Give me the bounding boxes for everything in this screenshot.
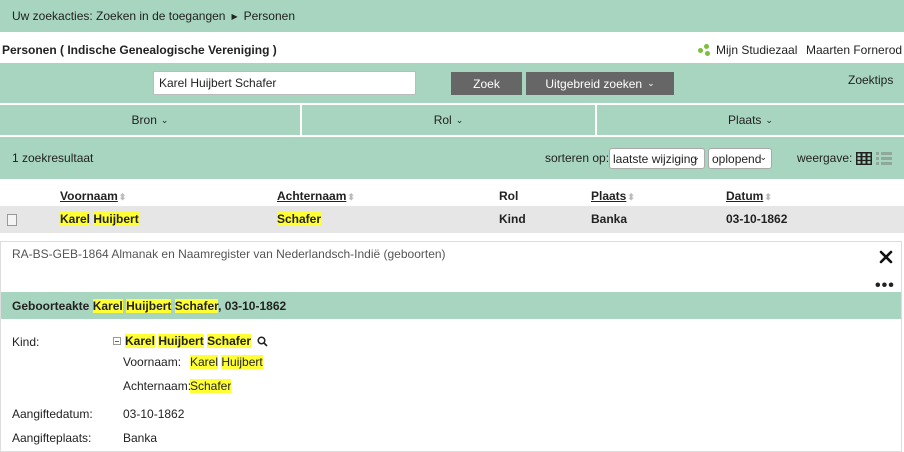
breadcrumb-current[interactable]: Personen	[244, 9, 295, 23]
green-dots-icon	[698, 44, 712, 56]
order-select[interactable]: oplopend ⌄	[708, 148, 772, 169]
sort-arrows-icon: ⬍	[764, 192, 772, 202]
name-part: Schafer	[190, 379, 232, 393]
search-button-label: Zoek	[473, 76, 500, 91]
close-icon[interactable]	[879, 250, 893, 264]
advanced-search-button[interactable]: Uitgebreid zoeken ⌄	[526, 72, 674, 95]
facet-bron-label: Bron	[131, 113, 157, 127]
name-part: Huijbert	[221, 355, 263, 369]
achternaam-label: Achternaam:	[123, 379, 192, 393]
kind-name: Karel Huijbert Schafer	[113, 334, 268, 348]
results-bar: 1 zoekresultaat sorteren op: laatste wij…	[0, 137, 904, 179]
facet-bar: Bron ⌄ Rol ⌄ Plaats ⌄	[0, 105, 904, 135]
breadcrumb: Uw zoekacties: Zoeken in de toegangen ▶ …	[0, 0, 904, 32]
sort-select[interactable]: laatste wijziging ⌄	[609, 148, 705, 169]
column-datum[interactable]: Datum⬍	[726, 189, 772, 203]
source-line: RA-BS-GEB-1864 Almanak en Naamregister v…	[12, 247, 446, 261]
name-part: Karel	[125, 334, 156, 348]
search-bar: Zoek Uitgebreid zoeken ⌄ Zoektips	[0, 63, 904, 103]
facet-bron[interactable]: Bron ⌄	[0, 105, 300, 135]
voornaam-value: Karel Huijbert	[190, 355, 263, 369]
user-name[interactable]: Maarten Fornerod	[806, 43, 902, 57]
aangifteplaats-value: Banka	[123, 431, 158, 445]
detail-panel: RA-BS-GEB-1864 Almanak en Naamregister v…	[0, 241, 902, 452]
search-button[interactable]: Zoek	[451, 72, 522, 95]
cell-voornaam: Karel Huijbert	[60, 212, 139, 226]
search-input[interactable]	[153, 71, 416, 95]
kind-label: Kind:	[12, 335, 40, 349]
name-part: Karel	[92, 299, 123, 313]
cell-achternaam: Schafer	[277, 212, 322, 226]
breadcrumb-search-actions[interactable]: Uw zoekacties: Zoeken in de toegangen	[12, 9, 225, 23]
chevron-down-icon: ⌄	[759, 152, 767, 162]
order-select-value: oplopend	[712, 151, 762, 166]
voornaam-label: Voornaam:	[123, 355, 182, 369]
achternaam-value: Schafer	[190, 379, 232, 393]
aangifteplaats-label: Aangifteplaats:	[12, 431, 92, 445]
more-icon[interactable]: •••	[875, 278, 895, 294]
column-datum-label: Datum	[726, 189, 764, 203]
cell-datum: 03-10-1862	[726, 212, 788, 226]
sort-label: sorteren op:	[545, 151, 610, 165]
search-tips-link[interactable]: Zoektips	[848, 73, 893, 87]
column-achternaam[interactable]: Achternaam⬍	[277, 189, 355, 203]
cell-rol: Kind	[499, 212, 526, 226]
column-achternaam-label: Achternaam	[277, 189, 347, 203]
table-row[interactable]: Karel Huijbert Schafer Kind Banka 03-10-…	[0, 206, 904, 233]
collapse-icon[interactable]	[113, 337, 121, 345]
view-label: weergave:	[797, 151, 853, 165]
aangiftedatum-label: Aangiftedatum:	[12, 407, 93, 421]
page-title: Personen ( Indische Genealogische Vereni…	[2, 43, 277, 57]
column-plaats[interactable]: Plaats⬍	[591, 189, 635, 203]
deed-title: Geboorteakte Karel Huijbert Schafer, 03-…	[12, 299, 286, 313]
deed-bar: Geboorteakte Karel Huijbert Schafer, 03-…	[1, 292, 901, 319]
column-voornaam-label: Voornaam	[60, 189, 118, 203]
name-part: Karel	[190, 355, 219, 369]
sort-arrows-icon: ⬍	[118, 192, 127, 202]
deed-title-date: , 03-10-1862	[218, 299, 287, 313]
facet-rol-label: Rol	[433, 113, 452, 127]
cell-plaats: Banka	[591, 212, 628, 226]
deed-title-prefix: Geboorteakte	[12, 299, 90, 313]
chevron-down-icon: ⌄	[455, 114, 464, 125]
facet-plaats-label: Plaats	[728, 113, 762, 127]
grid-view-icon[interactable]	[856, 152, 872, 165]
sort-arrows-icon: ⬍	[347, 192, 355, 202]
sort-select-value: laatste wijziging	[613, 151, 698, 166]
studiezaal-label: Mijn Studiezaal	[716, 43, 798, 57]
name-part: Schafer	[174, 299, 219, 313]
chevron-down-icon: ⌄	[647, 78, 655, 88]
table-header: Voornaam⬍ Achternaam⬍ Rol Plaats⬍ Datum⬍	[0, 186, 904, 206]
name-part: Huijbert	[126, 299, 172, 313]
advanced-search-label: Uitgebreid zoeken	[545, 76, 643, 91]
name-part: Karel	[60, 212, 91, 226]
chevron-down-icon: ⌄	[765, 114, 773, 125]
studiezaal-link[interactable]: Mijn Studiezaal	[698, 43, 797, 57]
chevron-down-icon: ⌄	[160, 114, 169, 125]
document-icon	[7, 214, 17, 226]
name-part: Huijbert	[93, 212, 139, 226]
name-part: Huijbert	[158, 334, 204, 348]
aangiftedatum-value: 03-10-1862	[123, 407, 185, 421]
magnify-icon[interactable]	[257, 335, 268, 347]
column-rol: Rol	[499, 189, 519, 203]
sort-arrows-icon: ⬍	[627, 192, 635, 202]
name-part: Schafer	[207, 334, 252, 348]
chevron-down-icon: ⌄	[692, 152, 700, 162]
facet-rol[interactable]: Rol ⌄	[302, 105, 595, 135]
facet-plaats[interactable]: Plaats ⌄	[597, 105, 904, 135]
list-view-icon[interactable]	[876, 152, 892, 165]
title-row: Personen ( Indische Genealogische Vereni…	[0, 38, 904, 62]
result-count: 1 zoekresultaat	[12, 151, 94, 165]
column-plaats-label: Plaats	[591, 189, 627, 203]
column-voornaam[interactable]: Voornaam⬍	[60, 189, 126, 203]
name-part: Schafer	[277, 212, 322, 226]
chevron-right-icon: ▶	[231, 11, 238, 21]
